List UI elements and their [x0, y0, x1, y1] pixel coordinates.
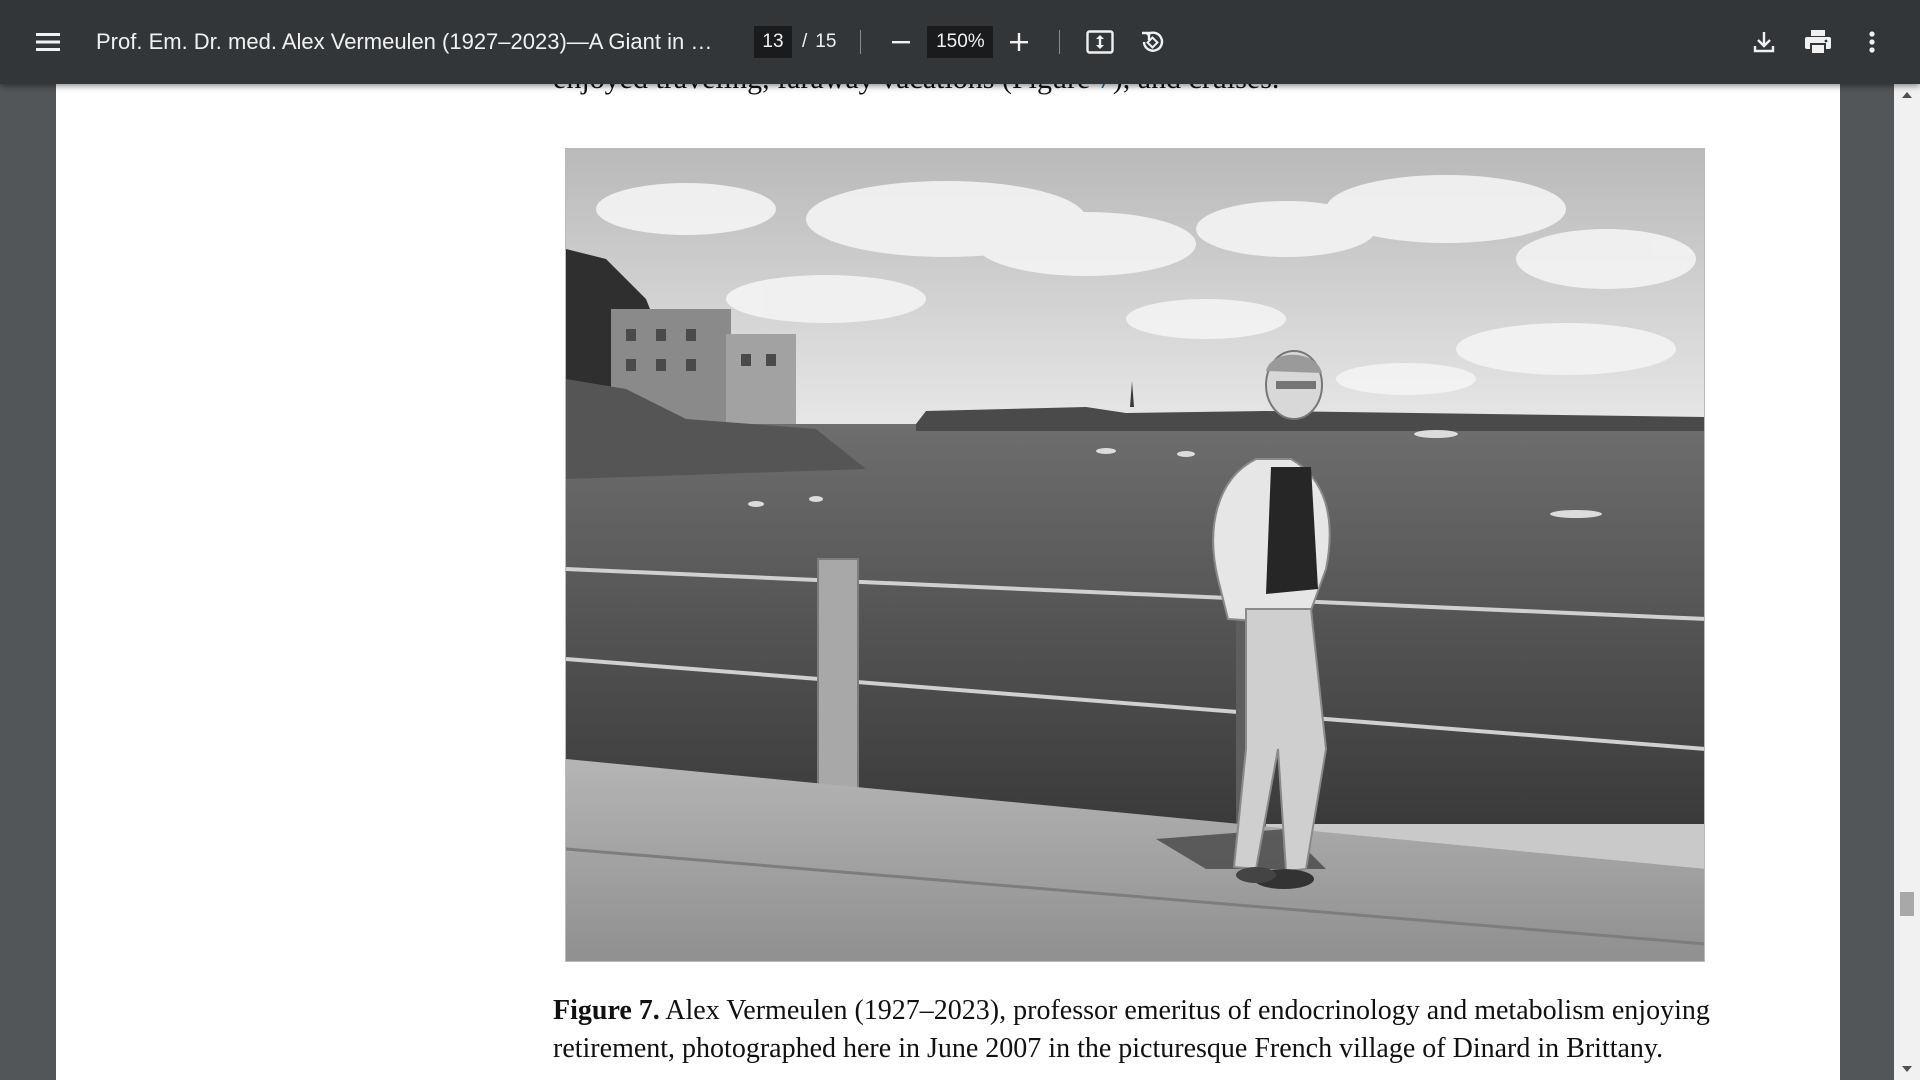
pdf-page: enjoyed traveling, faraway vacations (Fi…: [56, 84, 1840, 1080]
right-toolbar: [1738, 16, 1898, 68]
body-text-start: enjoyed traveling, faraway vacations (Fi…: [553, 84, 1098, 95]
page-number-input[interactable]: [754, 26, 792, 58]
body-text-end: ), and cruises.: [1113, 84, 1280, 95]
photo-illustration: [566, 149, 1704, 961]
caption-text: Alex Vermeulen (1927–2023), professor em…: [553, 995, 1710, 1064]
arrow-up-icon: [1902, 92, 1912, 98]
arrow-down-icon: [1902, 1066, 1912, 1072]
toolbar-divider: [860, 30, 862, 54]
zoom-out-icon: [892, 41, 911, 44]
total-pages: 15: [815, 31, 837, 52]
scroll-down-button[interactable]: [1894, 1058, 1920, 1080]
pdf-toolbar: Prof. Em. Dr. med. Alex Vermeulen (1927–…: [0, 0, 1920, 84]
zoom-in-button[interactable]: [993, 16, 1045, 68]
caption-label: Figure 7.: [553, 995, 660, 1026]
figure-photo: [565, 148, 1705, 962]
scroll-up-button[interactable]: [1894, 84, 1920, 106]
more-options-button[interactable]: [1846, 16, 1898, 68]
zoom-level-input[interactable]: [927, 26, 994, 58]
menu-icon: [36, 33, 60, 51]
rotate-icon: [1142, 31, 1164, 52]
figure-caption: Figure 7. Alex Vermeulen (1927–2023), pr…: [553, 992, 1803, 1068]
fit-page-button[interactable]: [1074, 16, 1126, 68]
rotate-button[interactable]: [1126, 16, 1178, 68]
figure-link[interactable]: 7: [1098, 84, 1113, 95]
download-button[interactable]: [1738, 16, 1790, 68]
toolbar-divider: [1059, 30, 1061, 54]
scroll-thumb[interactable]: [1900, 892, 1914, 916]
vertical-scrollbar[interactable]: [1894, 84, 1920, 1080]
zoom-in-icon: [1010, 33, 1029, 51]
more-vert-icon: [1869, 31, 1875, 53]
fit-page-icon: [1086, 30, 1115, 54]
zoom-out-button[interactable]: [875, 16, 927, 68]
print-icon: [1805, 30, 1831, 55]
document-title: Prof. Em. Dr. med. Alex Vermeulen (1927–…: [96, 29, 726, 54]
download-icon: [1753, 32, 1775, 53]
body-text-line: enjoyed traveling, faraway vacations (Fi…: [553, 84, 1279, 96]
menu-button[interactable]: [22, 16, 74, 68]
page-controls: / 15: [754, 26, 836, 58]
print-button[interactable]: [1792, 16, 1844, 68]
page-separator: /: [802, 31, 808, 52]
document-viewer[interactable]: enjoyed traveling, faraway vacations (Fi…: [0, 84, 1920, 1080]
